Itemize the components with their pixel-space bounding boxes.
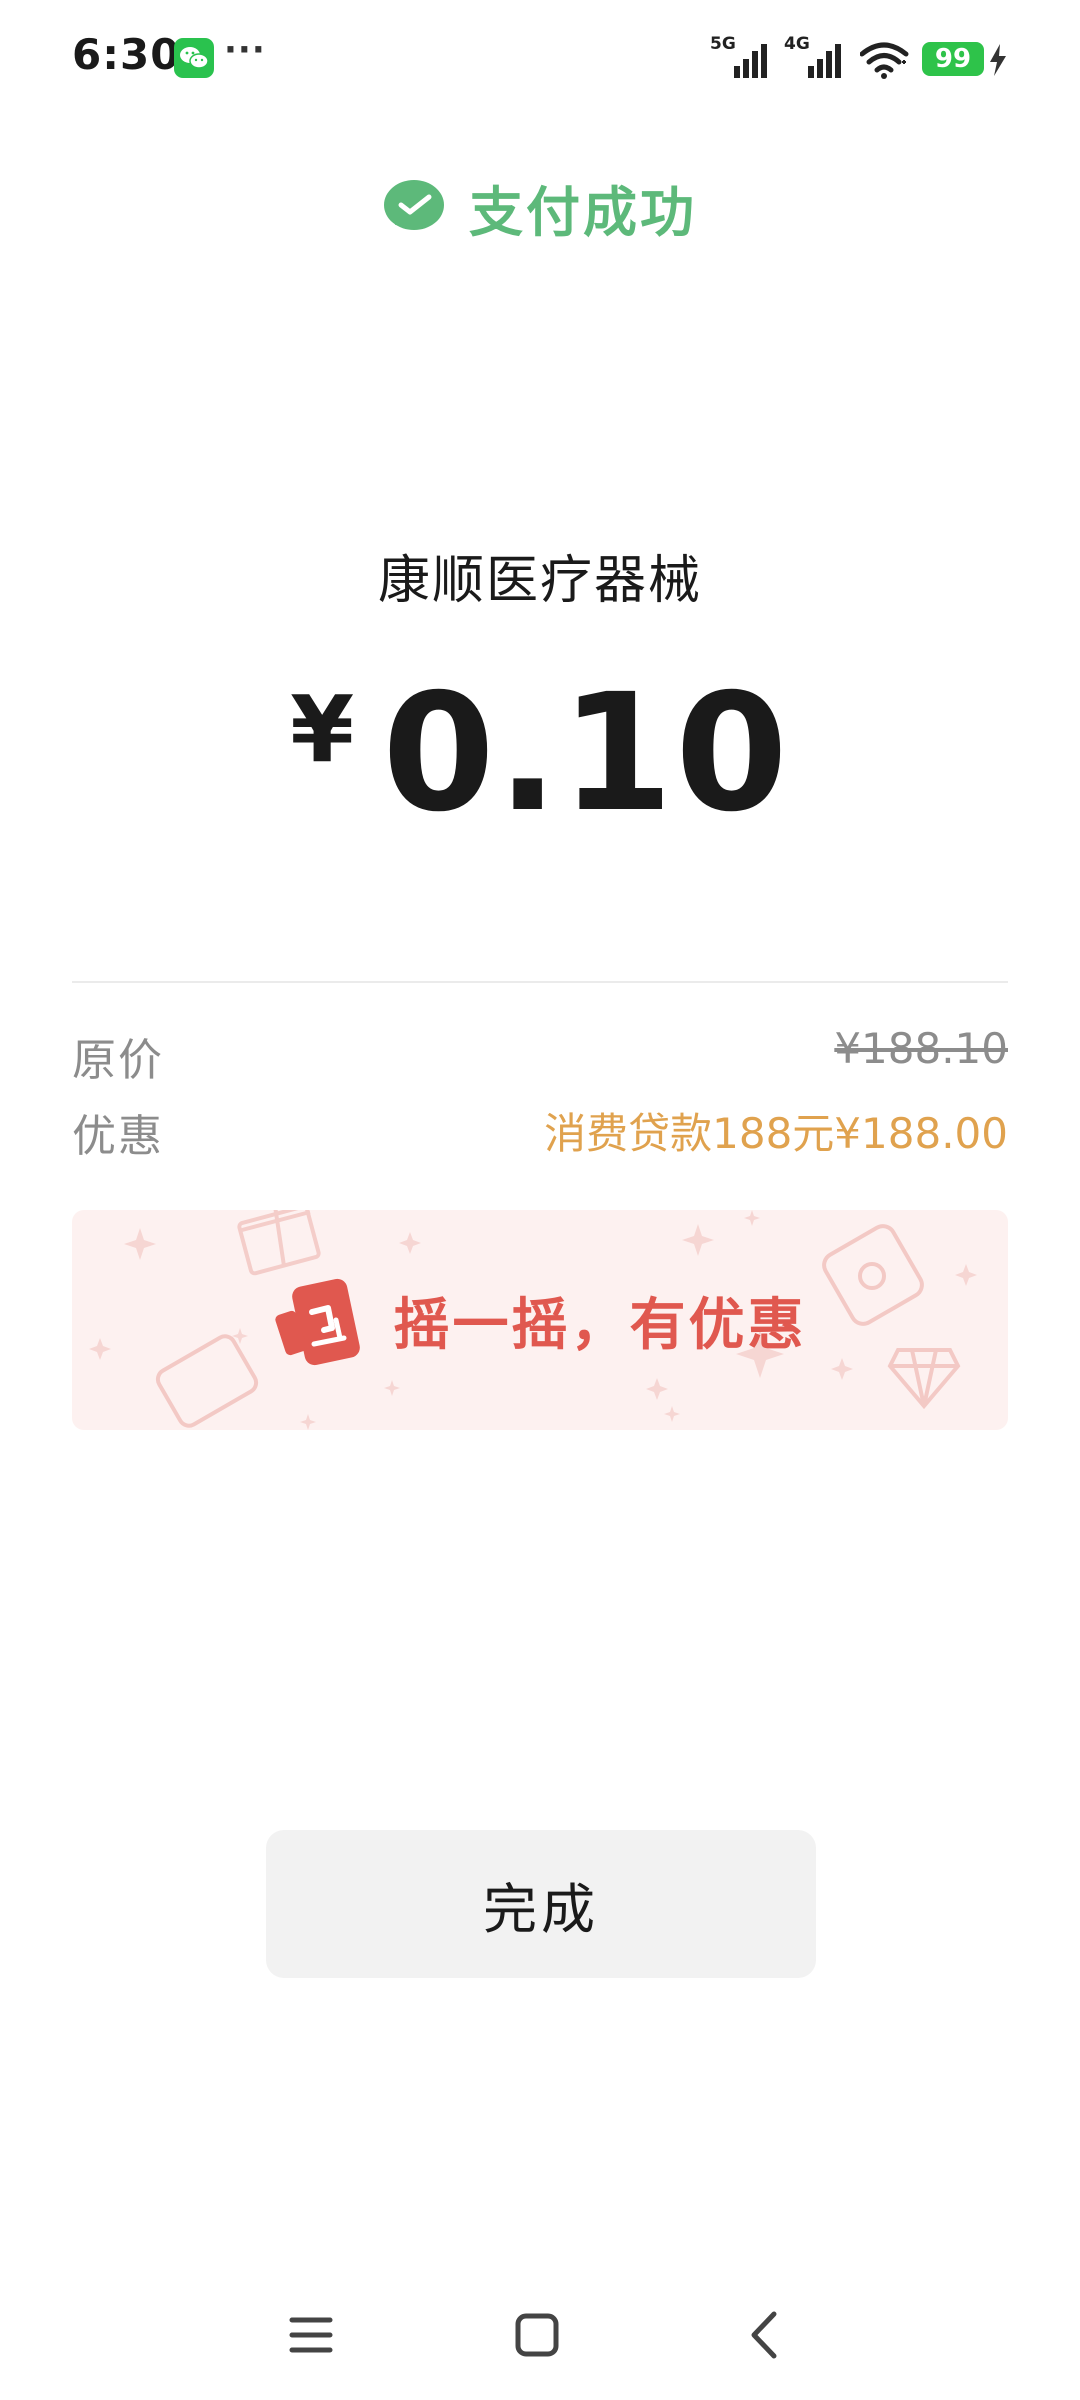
battery-icon: 99 bbox=[922, 42, 984, 76]
wechat-pay-check-icon bbox=[384, 179, 444, 230]
signal-4g-icon bbox=[808, 44, 841, 78]
battery-level: 99 bbox=[934, 44, 972, 74]
more-notifications-indicator: ··· bbox=[224, 30, 266, 70]
original-price-label: 原价 bbox=[72, 1035, 164, 1086]
payment-result-header: 支付成功 bbox=[0, 168, 1080, 248]
original-price-value: ¥188.10 bbox=[834, 1024, 1008, 1073]
banner-content: 摇一摇，有优惠 bbox=[72, 1210, 1008, 1430]
done-button-label: 完成 bbox=[483, 1877, 599, 1941]
wechat-icon bbox=[174, 38, 214, 78]
payment-success-title: 支付成功 bbox=[469, 181, 697, 244]
banner-text: 摇一摇，有优惠 bbox=[393, 1292, 807, 1358]
home-icon[interactable] bbox=[502, 2300, 572, 2370]
shake-phone-icon bbox=[274, 1278, 360, 1366]
wifi-icon bbox=[860, 42, 909, 79]
divider bbox=[72, 981, 1008, 983]
signal-5g-icon bbox=[734, 44, 767, 78]
payment-amount-row: ¥0.10 bbox=[0, 660, 1080, 848]
merchant-name: 康顺医疗器械 bbox=[377, 551, 702, 611]
menu-icon[interactable] bbox=[276, 2300, 346, 2370]
status-time: 6:30 bbox=[72, 30, 181, 79]
system-navigation-bar bbox=[0, 2290, 1080, 2380]
status-right-cluster: 5G 4G 99 bbox=[710, 34, 1010, 82]
payment-amount: 0.10 bbox=[382, 660, 790, 848]
done-button[interactable]: 完成 bbox=[266, 1830, 816, 1978]
shake-for-discount-banner[interactable]: 摇一摇，有优惠 bbox=[72, 1210, 1008, 1430]
original-price-row: 原价 ¥188.10 bbox=[72, 1024, 1008, 1086]
discount-value: 消费贷款188元¥188.00 bbox=[544, 1109, 1008, 1158]
currency-symbol: ¥ bbox=[290, 676, 355, 783]
charging-icon bbox=[990, 44, 1006, 76]
discount-label: 优惠 bbox=[72, 1111, 164, 1162]
status-bar: 6:30 ··· 5G 4G 99 bbox=[0, 0, 1080, 120]
discount-row: 优惠 消费贷款188元¥188.00 bbox=[72, 1100, 1008, 1162]
back-icon[interactable] bbox=[730, 2300, 800, 2370]
